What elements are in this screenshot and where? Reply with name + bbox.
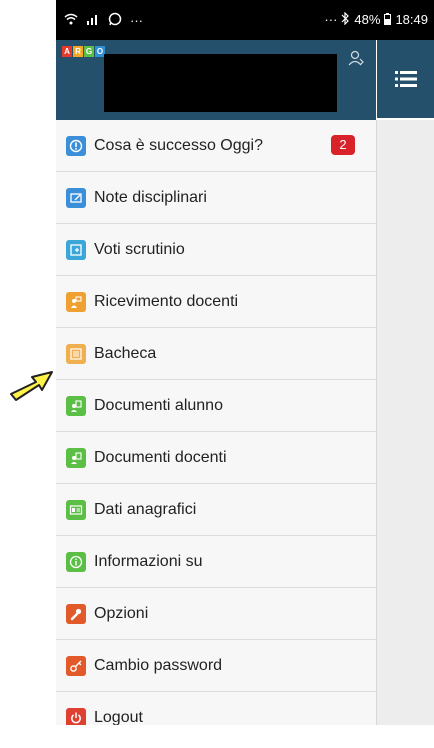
menu-item[interactable]: Voti scrutinio [56, 224, 376, 276]
menu-item[interactable]: Opzioni [56, 588, 376, 640]
menu-item-label: Voti scrutinio [94, 240, 185, 258]
menu-item[interactable]: Dati anagrafici [56, 484, 376, 536]
student-docs-icon [66, 395, 86, 416]
wifi-icon [64, 13, 78, 28]
user-switch-icon[interactable] [348, 50, 364, 66]
redacted-user-info [104, 54, 337, 112]
logo-letter: R [73, 46, 83, 57]
more-status-icon: ··· [324, 12, 338, 27]
whatsapp-icon [108, 12, 122, 29]
drawer-menu-list: Cosa è successo Oggi? 2 Note disciplinari V… [56, 120, 377, 725]
menu-item-label: Logout [94, 708, 143, 726]
menu-item-label: Opzioni [94, 604, 149, 622]
argo-logo: A R G O [62, 46, 106, 57]
header-divider [376, 118, 434, 120]
battery-percent: 48% [354, 12, 381, 27]
more-notifications-icon: ··· [130, 12, 143, 28]
note-icon [66, 187, 86, 208]
wrench-icon [66, 603, 86, 624]
menu-item-label: Documenti alunno [94, 396, 223, 414]
notification-badge: 2 [331, 135, 355, 155]
info-circle-icon [66, 551, 86, 572]
battery-icon [384, 12, 392, 28]
menu-item[interactable]: Cambio password [56, 640, 376, 692]
menu-item[interactable]: Ricevimento docenti [56, 276, 376, 328]
teacher-docs-icon [66, 447, 86, 468]
menu-item[interactable]: Documenti docenti [56, 432, 376, 484]
menu-item-label: Bacheca [94, 344, 157, 362]
board-icon [66, 343, 86, 364]
id-card-icon [66, 499, 86, 520]
menu-item[interactable]: Note disciplinari [56, 172, 376, 224]
menu-item[interactable]: Cosa è successo Oggi? 2 [56, 120, 376, 172]
status-bar: ··· ··· 48% 18:49 [56, 0, 434, 40]
menu-item-label: Note disciplinari [94, 188, 207, 206]
teacher-icon [66, 291, 86, 312]
power-icon [66, 707, 86, 725]
annotation-arrow-icon [10, 371, 53, 401]
menu-item[interactable]: Logout [56, 692, 376, 725]
clock-time: 18:49 [395, 12, 428, 27]
drawer-header: A R G O [56, 40, 376, 120]
menu-item[interactable]: Informazioni su [56, 536, 376, 588]
info-icon [66, 135, 86, 156]
menu-button[interactable] [377, 40, 434, 118]
logo-letter: G [84, 46, 94, 57]
app-bar [376, 40, 434, 118]
logo-letter: A [62, 46, 72, 57]
menu-item-label: Dati anagrafici [94, 500, 197, 518]
key-icon [66, 655, 86, 676]
bluetooth-icon [341, 11, 350, 28]
menu-item[interactable]: Documenti alunno [56, 380, 376, 432]
phone-screen: ··· ··· 48% 18:49 A R G O Cosa è success… [56, 0, 434, 725]
hamburger-menu-icon [395, 71, 417, 87]
grades-icon [66, 239, 86, 260]
menu-item-label: Informazioni su [94, 552, 203, 570]
menu-item-label: Documenti docenti [94, 448, 227, 466]
menu-item[interactable]: Bacheca [56, 328, 376, 380]
menu-item-label: Cosa è successo Oggi? [94, 136, 263, 154]
signal-icon [86, 13, 100, 28]
menu-item-label: Cambio password [94, 656, 223, 674]
menu-item-label: Ricevimento docenti [94, 292, 239, 310]
